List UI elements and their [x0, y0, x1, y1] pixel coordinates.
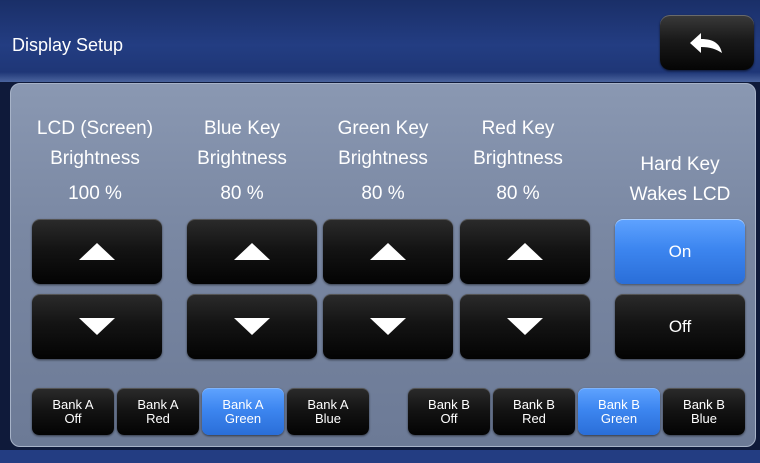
blue-key-down-button[interactable] [187, 294, 317, 359]
bank-label-line1: Bank B [683, 396, 725, 412]
up-arrow-icon [370, 243, 406, 260]
blue-label-line1: Blue Key [203, 118, 281, 139]
bank-label-line1: Bank A [52, 396, 94, 412]
lcd-label-line1: LCD (Screen) [36, 118, 154, 139]
bank-label-line2: Red [146, 410, 170, 426]
bank-b-blue-button[interactable]: Bank B Blue [663, 388, 745, 435]
green-key-brightness-label: Green Key Brightness [308, 114, 458, 174]
up-arrow-icon [507, 243, 543, 260]
red-key-up-button[interactable] [460, 219, 590, 284]
lcd-brightness-down-button[interactable] [32, 294, 162, 359]
red-label-line1: Red Key [481, 118, 555, 139]
header-bar: Display Setup [0, 0, 760, 82]
bank-label-line1: Bank A [307, 396, 349, 412]
down-arrow-icon [370, 318, 406, 335]
bank-label-line1: Bank B [513, 396, 555, 412]
blue-label-line2: Brightness [197, 148, 287, 169]
blue-key-up-button[interactable] [187, 219, 317, 284]
lcd-label-line2: Brightness [50, 148, 140, 169]
down-arrow-icon [507, 318, 543, 335]
green-label-line2: Brightness [338, 148, 428, 169]
bank-b-off-button[interactable]: Bank B Off [408, 388, 490, 435]
red-key-brightness-label: Red Key Brightness [443, 114, 593, 174]
bank-label-line2: Green [224, 410, 262, 426]
page-title: Display Setup [12, 35, 124, 55]
hard-key-label-line2: Wakes LCD [629, 184, 731, 205]
up-arrow-icon [234, 243, 270, 260]
bank-label-line1: Bank A [222, 396, 264, 412]
blue-key-brightness-value: 80 % [220, 183, 264, 204]
bank-label-line2: Blue [314, 410, 342, 426]
down-arrow-icon [79, 318, 115, 335]
green-key-brightness-value: 80 % [361, 183, 405, 204]
bank-label-line1: Bank B [598, 396, 640, 412]
lcd-brightness-up-button[interactable] [32, 219, 162, 284]
bank-label-line1: Bank B [428, 396, 470, 412]
bank-label-line2: Red [522, 410, 546, 426]
bank-label-line2: Off [440, 410, 458, 426]
bank-a-off-button[interactable]: Bank A Off [32, 388, 114, 435]
red-key-brightness-value: 80 % [496, 183, 540, 204]
blue-key-brightness-label: Blue Key Brightness [167, 114, 317, 174]
hard-key-label-line1: Hard Key [640, 154, 720, 175]
bank-label-line2: Blue [690, 410, 718, 426]
lcd-brightness-label: LCD (Screen) Brightness [20, 114, 170, 174]
header-shine [0, 72, 760, 82]
bank-b-green-button[interactable]: Bank B Green [578, 388, 660, 435]
red-label-line2: Brightness [473, 148, 563, 169]
green-key-down-button[interactable] [323, 294, 453, 359]
hard-key-on-button[interactable]: On [615, 219, 745, 284]
bank-label-line2: Green [600, 410, 638, 426]
bank-b-red-button[interactable]: Bank B Red [493, 388, 575, 435]
green-key-up-button[interactable] [323, 219, 453, 284]
back-button[interactable] [660, 15, 754, 70]
bank-a-blue-button[interactable]: Bank A Blue [287, 388, 369, 435]
bank-label-line2: Off [64, 410, 82, 426]
bank-label-line1: Bank A [137, 396, 179, 412]
red-key-down-button[interactable] [460, 294, 590, 359]
hard-key-off-button[interactable]: Off [615, 294, 745, 359]
bank-a-red-button[interactable]: Bank A Red [117, 388, 199, 435]
down-arrow-icon [234, 318, 270, 335]
bank-a-green-button[interactable]: Bank A Green [202, 388, 284, 435]
hard-key-wakes-lcd-label: Hard Key Wakes LCD [605, 150, 755, 210]
green-label-line1: Green Key [337, 118, 429, 139]
lcd-brightness-value: 100 % [68, 183, 122, 204]
bottom-strip [0, 450, 760, 463]
back-arrow-icon [690, 32, 722, 53]
up-arrow-icon [79, 243, 115, 260]
